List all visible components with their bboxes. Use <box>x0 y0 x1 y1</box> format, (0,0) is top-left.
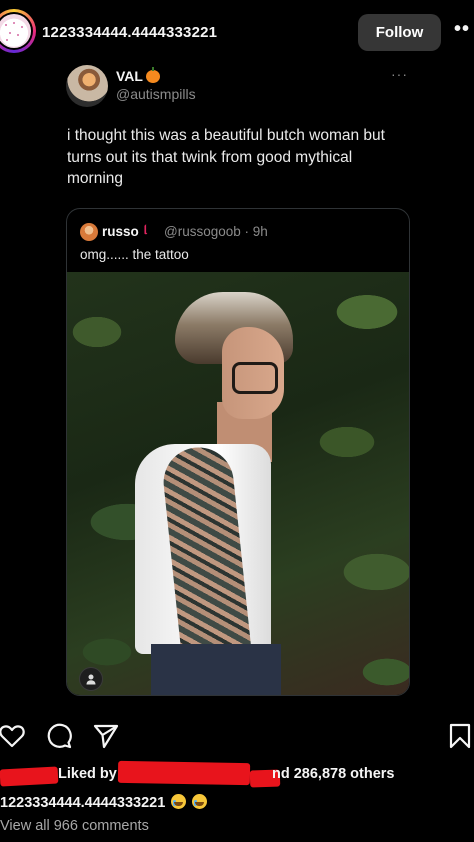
bookmark-icon[interactable] <box>446 722 474 750</box>
quote-author-name: russo <box>102 224 139 239</box>
crying-face-icon <box>192 794 208 809</box>
tweet-author-handle: @autismpills <box>116 86 196 102</box>
tweet-author-name-text: VAL <box>116 68 143 84</box>
tweet-text: i thought this was a beautiful butch wom… <box>67 127 385 187</box>
quote-author-emoji: ୲ <box>144 221 148 238</box>
avatar-image <box>0 14 31 48</box>
person-tag-icon[interactable] <box>79 667 103 691</box>
quote-text: omg...... the tattoo <box>80 247 189 262</box>
tweet-author-name: VAL <box>116 66 160 84</box>
pumpkin-icon <box>145 66 160 83</box>
view-comments-link[interactable]: View all 966 comments <box>0 818 149 834</box>
header-username[interactable]: 1223334444.4444333221 <box>42 24 217 41</box>
liked-by-prefix: Liked by <box>58 766 117 782</box>
likes-count[interactable]: nd 286,878 others <box>272 766 395 782</box>
quoted-tweet: russo ୲ @russogoob · 9h omg...... the ta… <box>66 208 410 696</box>
redaction-mark <box>117 760 251 786</box>
redaction-mark <box>0 766 59 787</box>
send-icon[interactable] <box>92 722 120 750</box>
quote-author-avatar <box>80 223 98 241</box>
quote-author-handle: @russogoob · 9h <box>164 224 268 239</box>
heart-icon[interactable] <box>0 722 26 750</box>
profile-avatar[interactable] <box>0 9 36 53</box>
caption: 1223334444.4444333221 <box>0 794 208 811</box>
caption-username[interactable]: 1223334444.4444333221 <box>0 795 165 811</box>
crying-face-icon <box>171 794 187 809</box>
tweet-author-avatar <box>66 65 108 107</box>
comment-icon[interactable] <box>45 722 73 750</box>
follow-button[interactable]: Follow <box>358 14 441 51</box>
tweet-more-icon: ··· <box>391 66 408 82</box>
more-options-icon[interactable]: •• <box>454 18 470 41</box>
quote-photo <box>67 272 409 695</box>
